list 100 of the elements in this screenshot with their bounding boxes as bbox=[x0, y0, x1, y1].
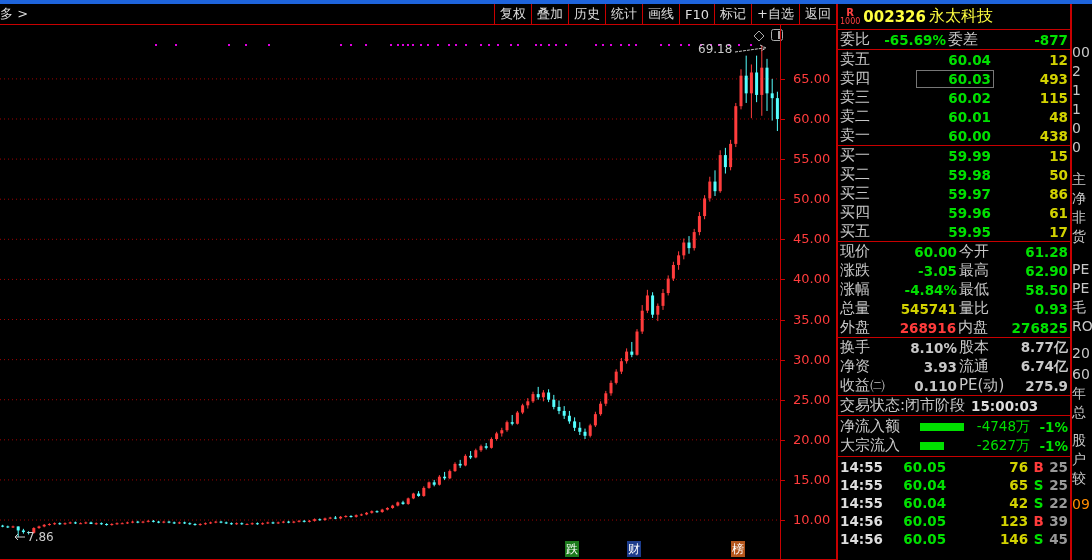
order-price[interactable]: 59.95 bbox=[916, 222, 994, 241]
side-panel-text: 年 bbox=[1072, 384, 1087, 403]
side-panel-text: 60 bbox=[1072, 365, 1091, 384]
stat-value: 58.50 bbox=[1024, 281, 1069, 298]
trade-price: 60.05 bbox=[903, 513, 948, 529]
stat-value: 60.00 bbox=[913, 243, 957, 260]
panel-toggle-icon[interactable] bbox=[771, 29, 783, 41]
order-price[interactable]: 60.02 bbox=[916, 88, 994, 107]
stat-value: 8.10% bbox=[909, 339, 957, 356]
stat-value: 276825 bbox=[1011, 319, 1069, 336]
order-price[interactable]: 60.04 bbox=[916, 50, 994, 69]
trade-side: S bbox=[1032, 495, 1045, 511]
candlestick bbox=[661, 288, 665, 311]
stat-label: 今开 bbox=[959, 242, 990, 261]
order-level-label: 卖二 bbox=[840, 107, 871, 126]
axis-label: 35.00 bbox=[793, 311, 831, 327]
order-price[interactable]: 59.98 bbox=[916, 165, 994, 184]
side-panel-text: 09 bbox=[1072, 495, 1091, 514]
trade-volume: 65 bbox=[1008, 477, 1029, 493]
axis-label: 30.00 bbox=[793, 351, 831, 367]
toolbar-button[interactable]: 统计 bbox=[605, 4, 643, 24]
event-marker[interactable]: 跌 bbox=[565, 541, 579, 557]
axis-label: 25.00 bbox=[793, 391, 831, 407]
axis-label: 45.00 bbox=[793, 231, 831, 247]
axis-label: 10.00 bbox=[793, 512, 831, 527]
order-volume: 50 bbox=[1048, 166, 1069, 183]
side-panel-text: PE bbox=[1072, 279, 1091, 298]
order-price[interactable]: 59.96 bbox=[916, 203, 994, 222]
trade-price: 60.05 bbox=[903, 531, 948, 547]
candlestick bbox=[583, 428, 587, 440]
toolbar-button[interactable]: 复权 bbox=[494, 4, 532, 24]
stat-label: 最低 bbox=[959, 280, 990, 299]
candlestick bbox=[245, 522, 249, 526]
side-panel-text: 0 bbox=[1072, 138, 1082, 157]
side-panel-text: 较 bbox=[1072, 469, 1087, 488]
diamond-icon[interactable] bbox=[753, 30, 765, 42]
order-price[interactable]: 60.03 bbox=[916, 69, 994, 88]
side-panel-text: 00 bbox=[1072, 43, 1091, 62]
stat-label: 委差 bbox=[948, 30, 979, 49]
candlestick bbox=[682, 238, 686, 260]
toolbar-button[interactable]: +自选 bbox=[751, 4, 799, 24]
axis-label: 20.00 bbox=[793, 431, 831, 447]
candlestick bbox=[775, 91, 779, 132]
stat-value: 3.93 bbox=[922, 358, 957, 375]
trade-time: 14:55 bbox=[840, 495, 884, 511]
candlestick bbox=[297, 519, 301, 523]
candlestick bbox=[713, 169, 717, 197]
candlestick bbox=[692, 228, 696, 252]
axis-label: 65.00 bbox=[793, 70, 831, 86]
candlestick bbox=[11, 525, 15, 529]
order-level-label: 买一 bbox=[840, 146, 871, 165]
trade-time: 14:56 bbox=[840, 531, 884, 547]
side-panel-text: 0 bbox=[1072, 119, 1082, 138]
toolbar-button[interactable]: 历史 bbox=[568, 4, 606, 24]
more-link[interactable]: 多 > bbox=[0, 5, 29, 23]
order-level-label: 买二 bbox=[840, 165, 871, 184]
order-volume: 61 bbox=[1048, 204, 1069, 221]
toolbar-button[interactable]: 叠加 bbox=[531, 4, 569, 24]
side-panel-text: 1 bbox=[1072, 81, 1082, 100]
trade-volume: 76 bbox=[1008, 459, 1029, 475]
stat-value: 62.90 bbox=[1024, 262, 1069, 279]
order-price[interactable]: 60.01 bbox=[916, 107, 994, 126]
stat-label: 委比 bbox=[840, 30, 871, 49]
stat-value: 545741 bbox=[899, 300, 957, 317]
stat-label: 涨幅 bbox=[840, 280, 871, 299]
axis-label: 40.00 bbox=[793, 271, 831, 287]
stat-value: -4.84% bbox=[903, 281, 957, 298]
stat-value: 0.110 bbox=[913, 377, 957, 394]
stat-value: -3.05 bbox=[917, 262, 957, 279]
flow-percent: -1% bbox=[1038, 437, 1069, 454]
stat-value: -65.69% bbox=[884, 31, 946, 48]
event-marker[interactable]: 财 bbox=[627, 541, 641, 557]
order-level-label: 卖三 bbox=[840, 88, 871, 107]
toolbar-button[interactable]: 标记 bbox=[714, 4, 752, 24]
toolbar-button[interactable]: F10 bbox=[679, 4, 715, 24]
toolbar-button[interactable]: 返回 bbox=[799, 4, 836, 24]
status-value: 闭市阶段 bbox=[905, 396, 966, 415]
order-price[interactable]: 59.97 bbox=[916, 184, 994, 203]
trade-volume: 123 bbox=[998, 513, 1029, 529]
stat-value: 6.74亿 bbox=[1019, 357, 1069, 376]
side-panel-text: 2 bbox=[1072, 62, 1082, 81]
trade-price: 60.04 bbox=[903, 477, 948, 493]
stock-name: 永太科技 bbox=[929, 6, 993, 27]
trade-count: 39 bbox=[1049, 513, 1069, 529]
side-panel-text: 主 bbox=[1072, 170, 1087, 189]
trade-price: 60.05 bbox=[903, 459, 948, 475]
trade-count: 22 bbox=[1049, 495, 1069, 511]
toolbar-button[interactable]: 画线 bbox=[642, 4, 680, 24]
status-label: 交易状态: bbox=[840, 396, 906, 415]
order-level-label: 卖一 bbox=[840, 126, 871, 145]
candlestick bbox=[755, 55, 759, 103]
order-price[interactable]: 60.00 bbox=[916, 126, 994, 145]
stat-value: 268916 bbox=[898, 319, 957, 336]
trade-side: S bbox=[1032, 477, 1045, 493]
order-level-label: 卖五 bbox=[840, 50, 871, 69]
event-marker[interactable]: 榜 bbox=[731, 541, 745, 557]
order-price[interactable]: 59.99 bbox=[916, 146, 994, 165]
stat-label: 外盘 bbox=[840, 318, 871, 337]
axis-label: 50.00 bbox=[793, 191, 831, 207]
stat-label: 量比 bbox=[959, 299, 990, 318]
